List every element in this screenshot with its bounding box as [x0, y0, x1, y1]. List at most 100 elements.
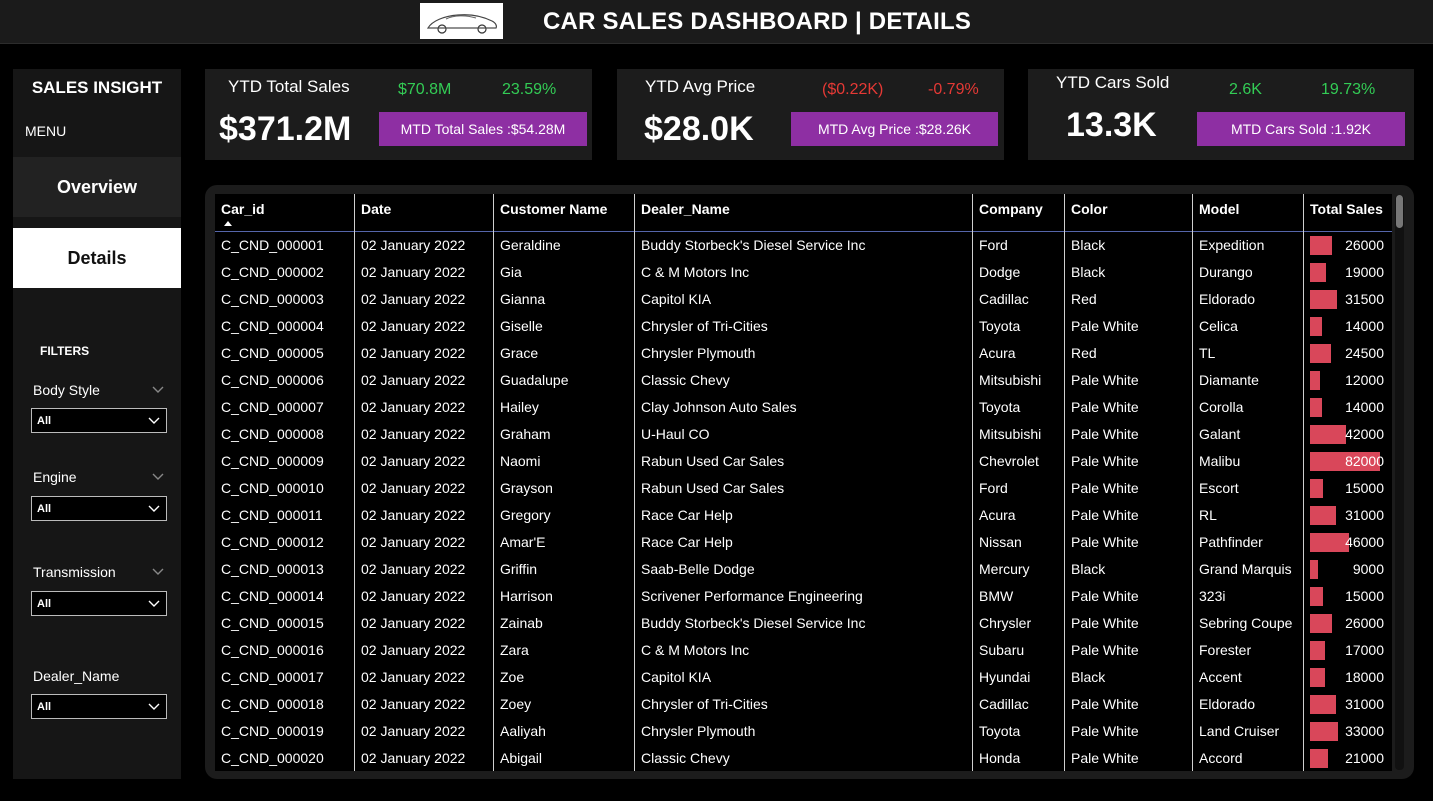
table-scrollbar[interactable]: [1395, 195, 1404, 770]
nav-overview-button[interactable]: Overview: [13, 157, 181, 217]
table-row[interactable]: C_CND_000002 02 January 2022 Gia C & M Moto…: [215, 259, 1392, 286]
cell-total-sales: 21000: [1304, 745, 1392, 771]
sort-ascending-icon[interactable]: [224, 221, 232, 226]
column-header-company[interactable]: Company: [973, 194, 1065, 232]
cell-total-sales: 82000: [1304, 448, 1392, 475]
cell-color: Pale White: [1071, 723, 1139, 739]
column-divider[interactable]: [634, 194, 635, 771]
kpi-value: $28.0K: [644, 110, 754, 148]
cell-customer-name: Hailey: [500, 399, 539, 415]
cell-dealer-name: Rabun Used Car Sales: [641, 453, 785, 469]
cell-company: Dodge: [979, 264, 1021, 280]
cell-total-sales: 15000: [1304, 475, 1392, 502]
table-row[interactable]: C_CND_000009 02 January 2022 Naomi Rabun Us…: [215, 448, 1392, 475]
cell-car-id: C_CND_000017: [221, 669, 324, 685]
cell-dealer-name: Saab-Belle Dodge: [641, 561, 755, 577]
cell-color: Pale White: [1071, 507, 1139, 523]
column-header-total-sales[interactable]: Total Sales: [1304, 194, 1392, 232]
cell-car-id: C_CND_000018: [221, 696, 324, 712]
table-row[interactable]: C_CND_000013 02 January 2022 Griffin Saab-B…: [215, 556, 1392, 583]
cell-date: 02 January 2022: [361, 264, 466, 280]
engine-select[interactable]: All: [31, 496, 167, 521]
sales-data-bar: [1310, 533, 1349, 552]
cell-car-id: C_CND_000011: [221, 507, 323, 523]
table-row[interactable]: C_CND_000006 02 January 2022 Guadalupe Clas…: [215, 367, 1392, 394]
column-header-customer-name[interactable]: Customer Name: [494, 194, 635, 232]
cell-dealer-name: Capitol KIA: [641, 669, 712, 685]
cell-total-sales: 14000: [1304, 394, 1392, 421]
table-row[interactable]: C_CND_000003 02 January 2022 Gianna Capitol…: [215, 286, 1392, 313]
table-row[interactable]: C_CND_000019 02 January 2022 Aaliyah Chrysl…: [215, 718, 1392, 745]
table-row[interactable]: C_CND_000007 02 January 2022 Hailey Clay Jo…: [215, 394, 1392, 421]
engine-value: All: [37, 502, 52, 515]
cell-customer-name: Zainab: [500, 615, 543, 631]
sales-value: 17000: [1345, 642, 1384, 658]
table-row[interactable]: C_CND_000004 02 January 2022 Giselle Chrysl…: [215, 313, 1392, 340]
cell-total-sales: 9000: [1304, 556, 1392, 583]
table-row[interactable]: C_CND_000010 02 January 2022 Grayson Rabun …: [215, 475, 1392, 502]
cell-dealer-name: Buddy Storbeck's Diesel Service Inc: [641, 615, 866, 631]
table-row[interactable]: C_CND_000001 02 January 2022 Geraldine Budd…: [215, 232, 1392, 259]
cell-company: Toyota: [979, 318, 1021, 334]
table-row[interactable]: C_CND_000008 02 January 2022 Graham U-Haul …: [215, 421, 1392, 448]
cell-date: 02 January 2022: [361, 453, 466, 469]
scrollbar-thumb[interactable]: [1396, 195, 1403, 228]
cell-dealer-name: U-Haul CO: [641, 426, 710, 442]
column-header-model[interactable]: Model: [1193, 194, 1304, 232]
table-row[interactable]: C_CND_000016 02 January 2022 Zara C & M Mot…: [215, 637, 1392, 664]
table-row[interactable]: C_CND_000015 02 January 2022 Zainab Buddy S…: [215, 610, 1392, 637]
cell-company: Ford: [979, 237, 1008, 253]
column-divider[interactable]: [493, 194, 494, 771]
table-row[interactable]: C_CND_000012 02 January 2022 Amar'E Race Ca…: [215, 529, 1392, 556]
dealer-name-select[interactable]: All: [31, 694, 167, 719]
column-divider[interactable]: [1064, 194, 1065, 771]
cell-dealer-name: Clay Johnson Auto Sales: [641, 399, 797, 415]
table-row[interactable]: C_CND_000020 02 January 2022 Abigail Classi…: [215, 745, 1392, 771]
menu-label: MENU: [25, 123, 67, 139]
cell-color: Black: [1071, 264, 1106, 280]
table-header: Car_id Date Customer Name Dealer_Name Compan…: [215, 194, 1392, 232]
cell-model: Galant: [1199, 426, 1241, 442]
cell-company: Mercury: [979, 561, 1030, 577]
transmission-select[interactable]: All: [31, 591, 167, 616]
column-divider[interactable]: [354, 194, 355, 771]
sales-data-bar: [1310, 236, 1332, 255]
sales-data-bar: [1310, 479, 1323, 498]
table-row[interactable]: C_CND_000014 02 January 2022 Harrison Scriv…: [215, 583, 1392, 610]
cell-car-id: C_CND_000014: [221, 588, 324, 604]
cell-total-sales: 31500: [1304, 286, 1392, 313]
cell-car-id: C_CND_000009: [221, 453, 324, 469]
chevron-down-icon[interactable]: [152, 473, 164, 481]
cell-color: Pale White: [1071, 480, 1139, 496]
cell-date: 02 January 2022: [361, 372, 466, 388]
body-style-select[interactable]: All: [31, 408, 167, 433]
details-table[interactable]: Car_id Date Customer Name Dealer_Name Compan…: [215, 194, 1392, 771]
table-row[interactable]: C_CND_000005 02 January 2022 Grace Chrysler…: [215, 340, 1392, 367]
cell-company: Toyota: [979, 399, 1021, 415]
kpi-title: YTD Total Sales: [228, 77, 350, 96]
chevron-down-icon: [148, 417, 160, 424]
table-row[interactable]: C_CND_000017 02 January 2022 Zoe Capitol KI…: [215, 664, 1392, 691]
nav-details-button[interactable]: Details: [13, 228, 181, 288]
column-header-date[interactable]: Date: [355, 194, 494, 232]
chevron-down-icon[interactable]: [152, 386, 164, 394]
column-divider[interactable]: [1303, 194, 1304, 771]
table-row[interactable]: C_CND_000011 02 January 2022 Gregory Race C…: [215, 502, 1392, 529]
cell-car-id: C_CND_000004: [221, 318, 324, 334]
chevron-down-icon[interactable]: [152, 568, 164, 576]
table-row[interactable]: C_CND_000018 02 January 2022 Zoey Chrysler …: [215, 691, 1392, 718]
cell-model: Accent: [1199, 669, 1242, 685]
column-divider[interactable]: [1192, 194, 1193, 771]
cell-company: Mitsubishi: [979, 426, 1042, 442]
cell-color: Pale White: [1071, 615, 1139, 631]
sales-value: 14000: [1345, 399, 1384, 415]
cell-date: 02 January 2022: [361, 399, 466, 415]
cell-date: 02 January 2022: [361, 561, 466, 577]
column-header-dealer-name[interactable]: Dealer_Name: [635, 194, 973, 232]
cell-customer-name: Amar'E: [500, 534, 546, 550]
sales-value: 15000: [1345, 480, 1384, 496]
column-divider[interactable]: [972, 194, 973, 771]
column-header-color[interactable]: Color: [1065, 194, 1193, 232]
column-header-car-id[interactable]: Car_id: [215, 194, 355, 232]
cell-total-sales: 19000: [1304, 259, 1392, 286]
